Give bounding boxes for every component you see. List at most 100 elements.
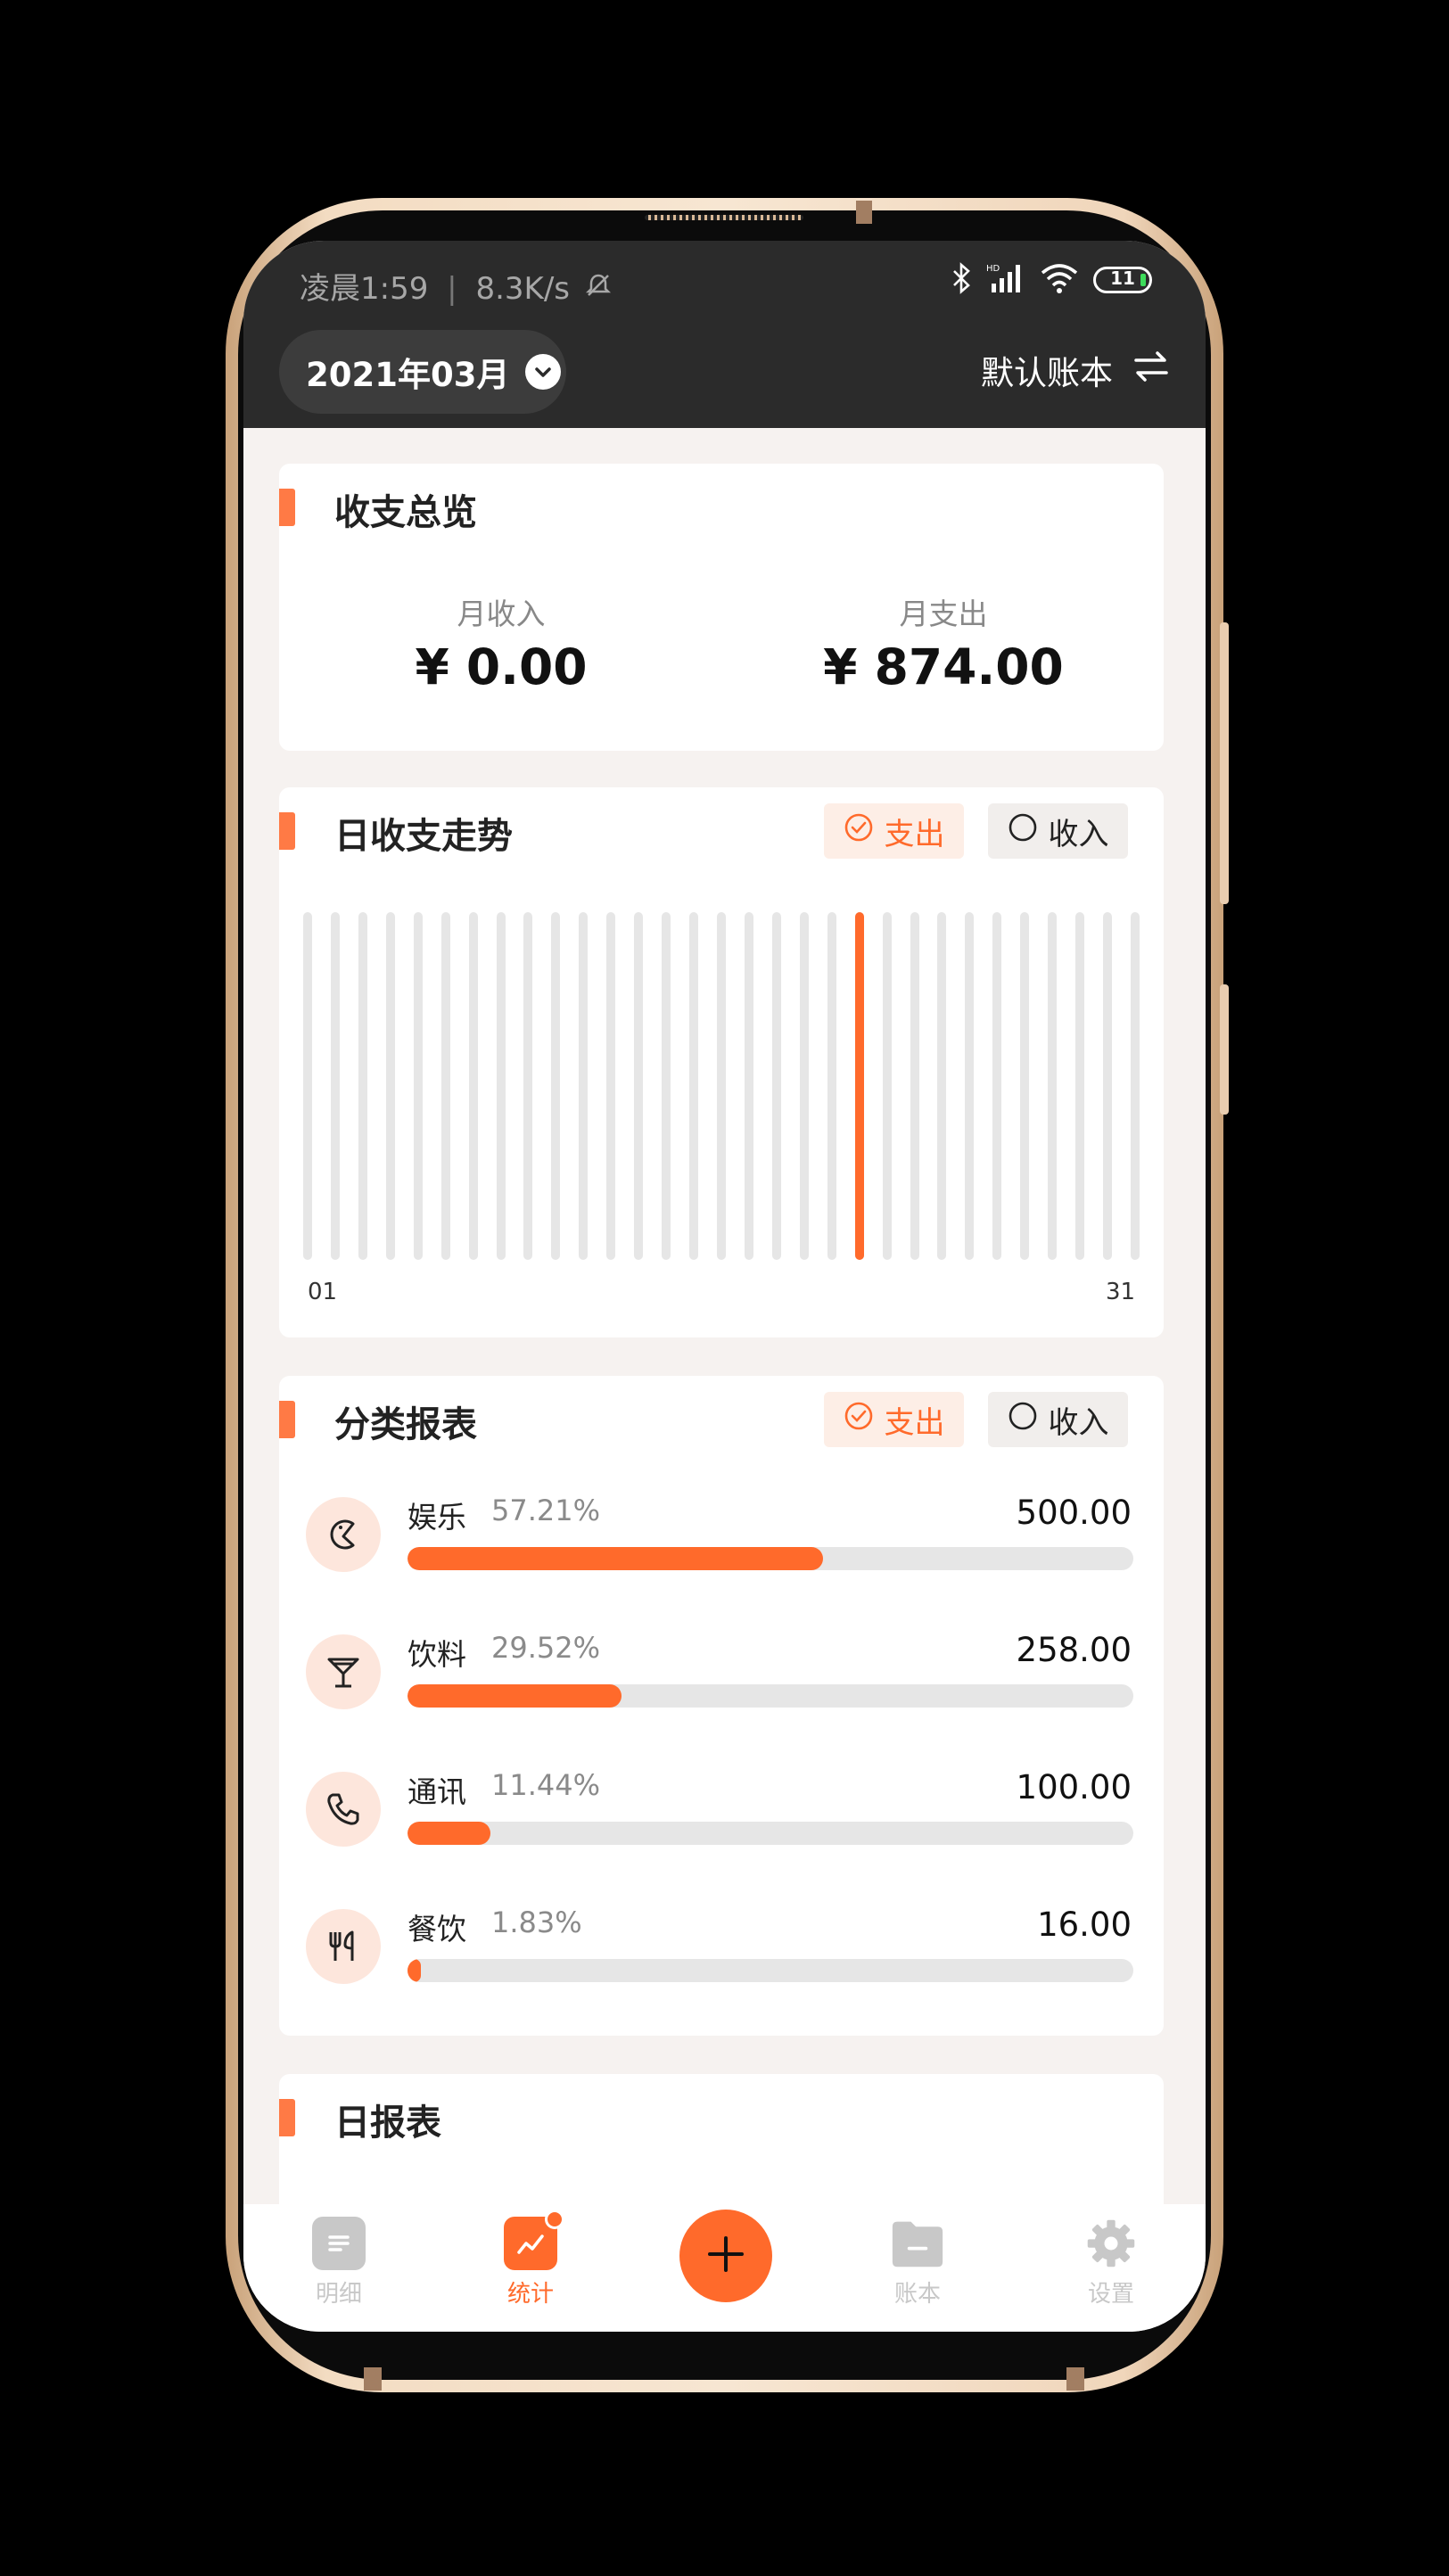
day-bar-21[interactable] bbox=[854, 912, 864, 1260]
day-bar-05[interactable] bbox=[413, 912, 423, 1260]
day-bar-01[interactable] bbox=[303, 912, 312, 1260]
day-bar-07[interactable] bbox=[468, 912, 478, 1260]
day-bar-04[interactable] bbox=[385, 912, 395, 1260]
day-bar-25[interactable] bbox=[965, 912, 975, 1260]
day-bar-17[interactable] bbox=[744, 912, 753, 1260]
tab-ledger[interactable]: 账本 bbox=[864, 2217, 971, 2309]
daily-title: 日报表 bbox=[334, 2103, 441, 2144]
day-bar-13[interactable] bbox=[634, 912, 644, 1260]
antenna-band bbox=[856, 201, 872, 224]
battery-icon: 11 bbox=[1093, 267, 1152, 293]
day-bar-31[interactable] bbox=[1131, 912, 1140, 1260]
cocktail-icon bbox=[306, 1634, 381, 1709]
category-amount: 258.00 bbox=[1016, 1631, 1132, 1669]
category-row[interactable]: 通讯 11.44% 100.00 bbox=[279, 1768, 1164, 1888]
category-progress-track bbox=[408, 1822, 1133, 1845]
axis-end-label: 31 bbox=[1106, 1279, 1136, 1305]
toggle-label: 收入 bbox=[1048, 1404, 1109, 1441]
expense-value: ¥ 874.00 bbox=[823, 638, 1064, 695]
day-bar-06[interactable] bbox=[440, 912, 450, 1260]
account-switcher[interactable]: 默认账本 bbox=[981, 346, 1170, 394]
day-bar-24[interactable] bbox=[937, 912, 947, 1260]
category-row[interactable]: 饮料 29.52% 258.00 bbox=[279, 1631, 1164, 1750]
trend-card: 日收支走势 支出 收入 01 31 bbox=[279, 787, 1164, 1337]
day-bar-18[interactable] bbox=[771, 912, 781, 1260]
status-time: 凌晨1:59 bbox=[300, 271, 429, 307]
day-bar-value bbox=[854, 912, 864, 1260]
day-bar-27[interactable] bbox=[1020, 912, 1030, 1260]
day-bar-14[interactable] bbox=[662, 912, 671, 1260]
category-title: 分类报表 bbox=[334, 1404, 477, 1445]
status-speed: 8.3K/s bbox=[475, 271, 570, 307]
category-percent: 57.21% bbox=[491, 1494, 601, 1527]
expense-label: 月支出 bbox=[899, 597, 988, 631]
category-card: 分类报表 支出 收入 娱乐 57.21% 500.00 饮料 29.52% 25… bbox=[279, 1376, 1164, 2036]
category-percent: 11.44% bbox=[491, 1768, 601, 1802]
day-bar-09[interactable] bbox=[523, 912, 533, 1260]
category-expense-toggle[interactable]: 支出 bbox=[824, 1392, 964, 1447]
section-marker bbox=[279, 489, 295, 526]
day-bar-02[interactable] bbox=[330, 912, 340, 1260]
month-selector[interactable]: 2021年03月 bbox=[279, 330, 566, 414]
category-amount: 100.00 bbox=[1016, 1768, 1132, 1806]
add-record-button[interactable] bbox=[679, 2210, 772, 2302]
income-label: 月收入 bbox=[457, 597, 546, 631]
day-bar-30[interactable] bbox=[1103, 912, 1113, 1260]
fork-knife-icon bbox=[306, 1909, 381, 1984]
antenna-band bbox=[1066, 2367, 1084, 2391]
power-button bbox=[1220, 984, 1229, 1115]
category-percent: 1.83% bbox=[491, 1905, 582, 1939]
day-bar-08[interactable] bbox=[496, 912, 506, 1260]
category-amount: 16.00 bbox=[1037, 1905, 1132, 1944]
category-row[interactable]: 餐饮 1.83% 16.00 bbox=[279, 1905, 1164, 2025]
day-bar-03[interactable] bbox=[358, 912, 367, 1260]
category-amount: 500.00 bbox=[1016, 1494, 1132, 1532]
volume-button bbox=[1220, 622, 1229, 904]
day-bar-28[interactable] bbox=[1048, 912, 1058, 1260]
tab-detail[interactable]: 明细 bbox=[285, 2217, 392, 2309]
svg-text:HD: HD bbox=[986, 264, 1000, 274]
mute-icon bbox=[585, 271, 612, 307]
overview-title: 收支总览 bbox=[334, 492, 477, 533]
tab-settings[interactable]: 设置 bbox=[1058, 2217, 1165, 2309]
list-doc-icon bbox=[312, 2217, 366, 2270]
category-progress-track bbox=[408, 1959, 1133, 1982]
app-screen: 凌晨1:59 | 8.3K/s HD 11 2021年03月 默认账本 收支总览… bbox=[243, 241, 1206, 2332]
pacman-icon bbox=[306, 1497, 381, 1572]
category-progress-track bbox=[408, 1684, 1133, 1708]
account-name: 默认账本 bbox=[981, 354, 1113, 392]
category-name: 娱乐 bbox=[408, 1500, 466, 1535]
signal-icon: HD bbox=[986, 262, 1025, 298]
section-marker bbox=[279, 2099, 295, 2136]
day-bar-22[interactable] bbox=[882, 912, 892, 1260]
tab-label: 设置 bbox=[1087, 2281, 1134, 2308]
antenna-band bbox=[364, 2367, 382, 2391]
category-income-toggle[interactable]: 收入 bbox=[988, 1392, 1128, 1447]
day-bar-12[interactable] bbox=[606, 912, 616, 1260]
status-left: 凌晨1:59 | 8.3K/s bbox=[300, 264, 612, 308]
tab-statistics[interactable]: 统计 bbox=[477, 2210, 584, 2309]
gear-icon bbox=[1084, 2217, 1138, 2270]
day-bar-11[interactable] bbox=[579, 912, 589, 1260]
day-bar-19[interactable] bbox=[799, 912, 809, 1260]
category-name: 通讯 bbox=[408, 1774, 466, 1809]
category-row[interactable]: 娱乐 57.21% 500.00 bbox=[279, 1494, 1164, 1613]
status-right: HD 11 bbox=[951, 262, 1152, 298]
axis-start-label: 01 bbox=[308, 1279, 338, 1305]
day-bar-26[interactable] bbox=[992, 912, 1002, 1260]
day-bar-10[interactable] bbox=[551, 912, 561, 1260]
tab-label: 统计 bbox=[506, 2281, 554, 2308]
day-bar-15[interactable] bbox=[689, 912, 699, 1260]
day-bar-29[interactable] bbox=[1075, 912, 1085, 1260]
tab-label: 账本 bbox=[893, 2281, 941, 2308]
swap-icon bbox=[1132, 350, 1170, 391]
category-progress-fill bbox=[408, 1547, 823, 1570]
earpiece-speaker bbox=[645, 215, 803, 220]
daily-trend-chart bbox=[279, 787, 1164, 1337]
day-bar-16[interactable] bbox=[717, 912, 726, 1260]
overview-card: 收支总览 月收入 ¥ 0.00 月支出 ¥ 874.00 bbox=[279, 464, 1164, 751]
day-bar-23[interactable] bbox=[910, 912, 919, 1260]
day-bar-20[interactable] bbox=[827, 912, 836, 1260]
bottom-tab-bar: 明细 统计 账本 设置 bbox=[243, 2204, 1206, 2332]
circle-icon bbox=[1008, 1401, 1038, 1439]
